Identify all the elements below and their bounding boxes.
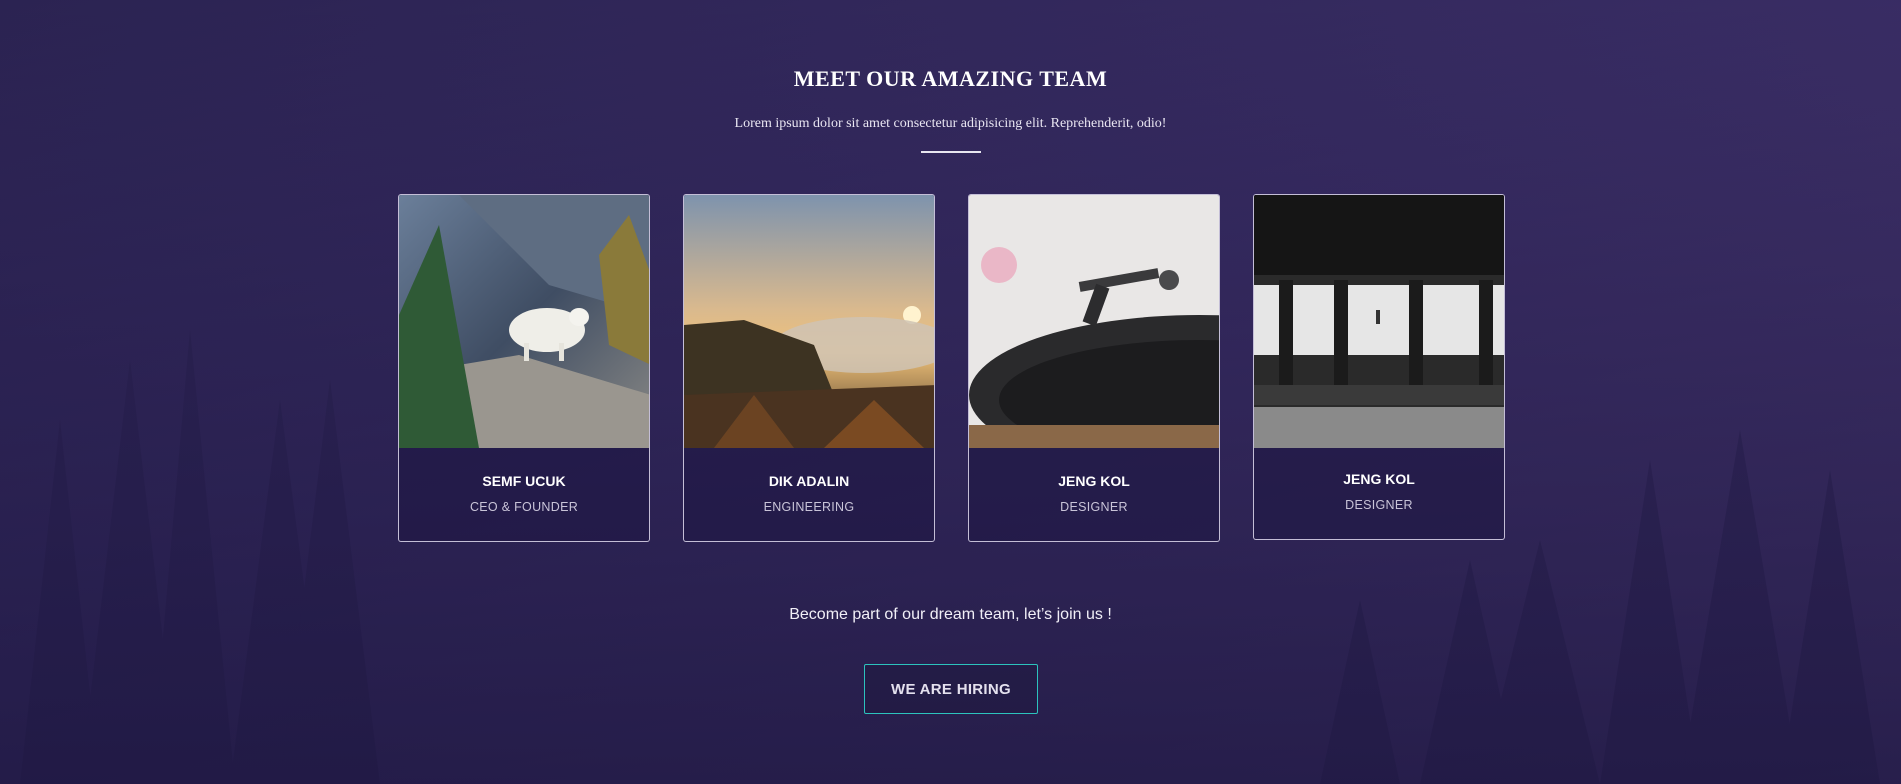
member-role: ENGINEERING — [763, 500, 855, 514]
member-name: DIK ADALIN — [768, 473, 850, 489]
member-role: DESIGNER — [1060, 500, 1128, 514]
team-card[interactable]: DIK ADALIN ENGINEERING — [683, 194, 935, 542]
member-name: SEMF UCUK — [482, 473, 566, 489]
member-role: CEO & FOUNDER — [469, 500, 579, 514]
team-card[interactable]: JENG KOL DESIGNER — [1253, 194, 1505, 540]
sunset-mountains-photo — [684, 195, 934, 448]
mountain-goat-photo — [399, 195, 649, 448]
turntable-photo — [969, 195, 1219, 448]
team-card[interactable]: SEMF UCUK CEO & FOUNDER — [398, 194, 650, 542]
member-role: DESIGNER — [1345, 498, 1413, 512]
team-card[interactable]: JENG KOL DESIGNER — [968, 194, 1220, 542]
member-name: JENG KOL — [1058, 473, 1130, 489]
member-name: JENG KOL — [1343, 471, 1415, 487]
section-title: MEET OUR AMAZING TEAM — [793, 66, 1108, 91]
join-team-text: Become part of our dream team, let’s joi… — [789, 606, 1112, 623]
we-are-hiring-button[interactable]: WE ARE HIRING — [864, 664, 1038, 714]
subway-platform-photo — [1254, 195, 1504, 448]
section-subtitle: Lorem ipsum dolor sit amet consectetur a… — [734, 116, 1167, 131]
title-divider — [921, 151, 981, 153]
